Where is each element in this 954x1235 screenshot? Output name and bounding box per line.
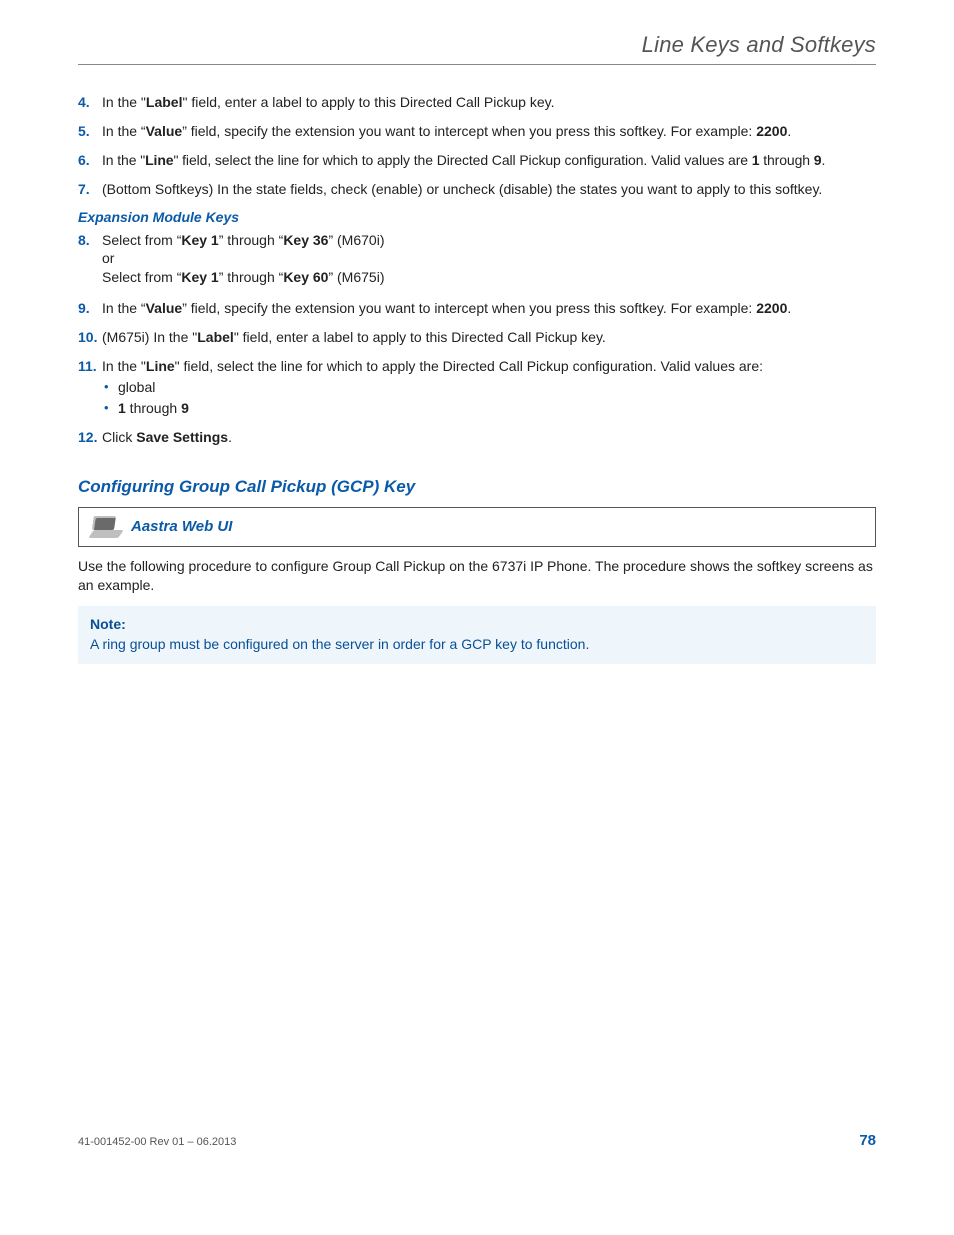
- footer-revision: 41-001452-00 Rev 01 – 06.2013: [78, 1136, 236, 1148]
- step-number: 8.: [78, 231, 98, 288]
- step-number: 5.: [78, 122, 98, 141]
- step-number: 11.: [78, 357, 98, 424]
- page-header-title: Line Keys and Softkeys: [78, 32, 876, 65]
- step-text: In the “Value” field, specify the extens…: [102, 122, 876, 141]
- step-text: (Bottom Softkeys) In the state fields, c…: [102, 180, 876, 199]
- step-12: 12. Click Save Settings.: [78, 428, 876, 447]
- bullet-range: 1 through 9: [102, 399, 876, 418]
- step-4: 4. In the "Label" field, enter a label t…: [78, 93, 876, 112]
- step-number: 4.: [78, 93, 98, 112]
- step-number: 9.: [78, 299, 98, 318]
- note-body: A ring group must be configured on the s…: [90, 634, 864, 654]
- step-number: 6.: [78, 151, 98, 170]
- bullet-global: global: [102, 378, 876, 397]
- step-11: 11. In the "Line" field, select the line…: [78, 357, 876, 424]
- step-number: 10.: [78, 328, 98, 347]
- step-number: 7.: [78, 180, 98, 199]
- step-8: 8. Select from “Key 1” through “Key 36” …: [78, 231, 876, 288]
- step-5: 5. In the “Value” field, specify the ext…: [78, 122, 876, 141]
- step-text: Select from “Key 1” through “Key 36” (M6…: [102, 231, 876, 288]
- step-11-bullets: global 1 through 9: [102, 378, 876, 418]
- step-text: In the "Line" field, select the line for…: [102, 357, 876, 424]
- step-6: 6. In the "Line" field, select the line …: [78, 151, 876, 170]
- note-box: Note: A ring group must be configured on…: [78, 606, 876, 665]
- document-page: Line Keys and Softkeys 4. In the "Label"…: [0, 0, 954, 1235]
- step-text: In the "Line" field, select the line for…: [102, 151, 876, 170]
- step-number: 12.: [78, 428, 98, 447]
- aastra-web-ui-box: Aastra Web UI: [78, 507, 876, 547]
- section-head-gcp: Configuring Group Call Pickup (GCP) Key: [78, 477, 876, 497]
- footer-page-number: 78: [859, 1132, 876, 1149]
- subhead-expansion-module-keys: Expansion Module Keys: [78, 209, 876, 225]
- step-text: In the “Value” field, specify the extens…: [102, 299, 876, 318]
- page-footer: 41-001452-00 Rev 01 – 06.2013 78: [78, 1132, 876, 1149]
- note-title: Note:: [90, 614, 864, 634]
- step-text: Click Save Settings.: [102, 428, 876, 447]
- step-text: (M675i) In the "Label" field, enter a la…: [102, 328, 876, 347]
- step-text: In the "Label" field, enter a label to a…: [102, 93, 876, 112]
- step-9: 9. In the “Value” field, specify the ext…: [78, 299, 876, 318]
- laptop-icon: [89, 514, 121, 540]
- aastra-web-ui-label: Aastra Web UI: [131, 518, 232, 535]
- step-10: 10. (M675i) In the "Label" field, enter …: [78, 328, 876, 347]
- step-7: 7. (Bottom Softkeys) In the state fields…: [78, 180, 876, 199]
- intro-paragraph: Use the following procedure to configure…: [78, 557, 876, 596]
